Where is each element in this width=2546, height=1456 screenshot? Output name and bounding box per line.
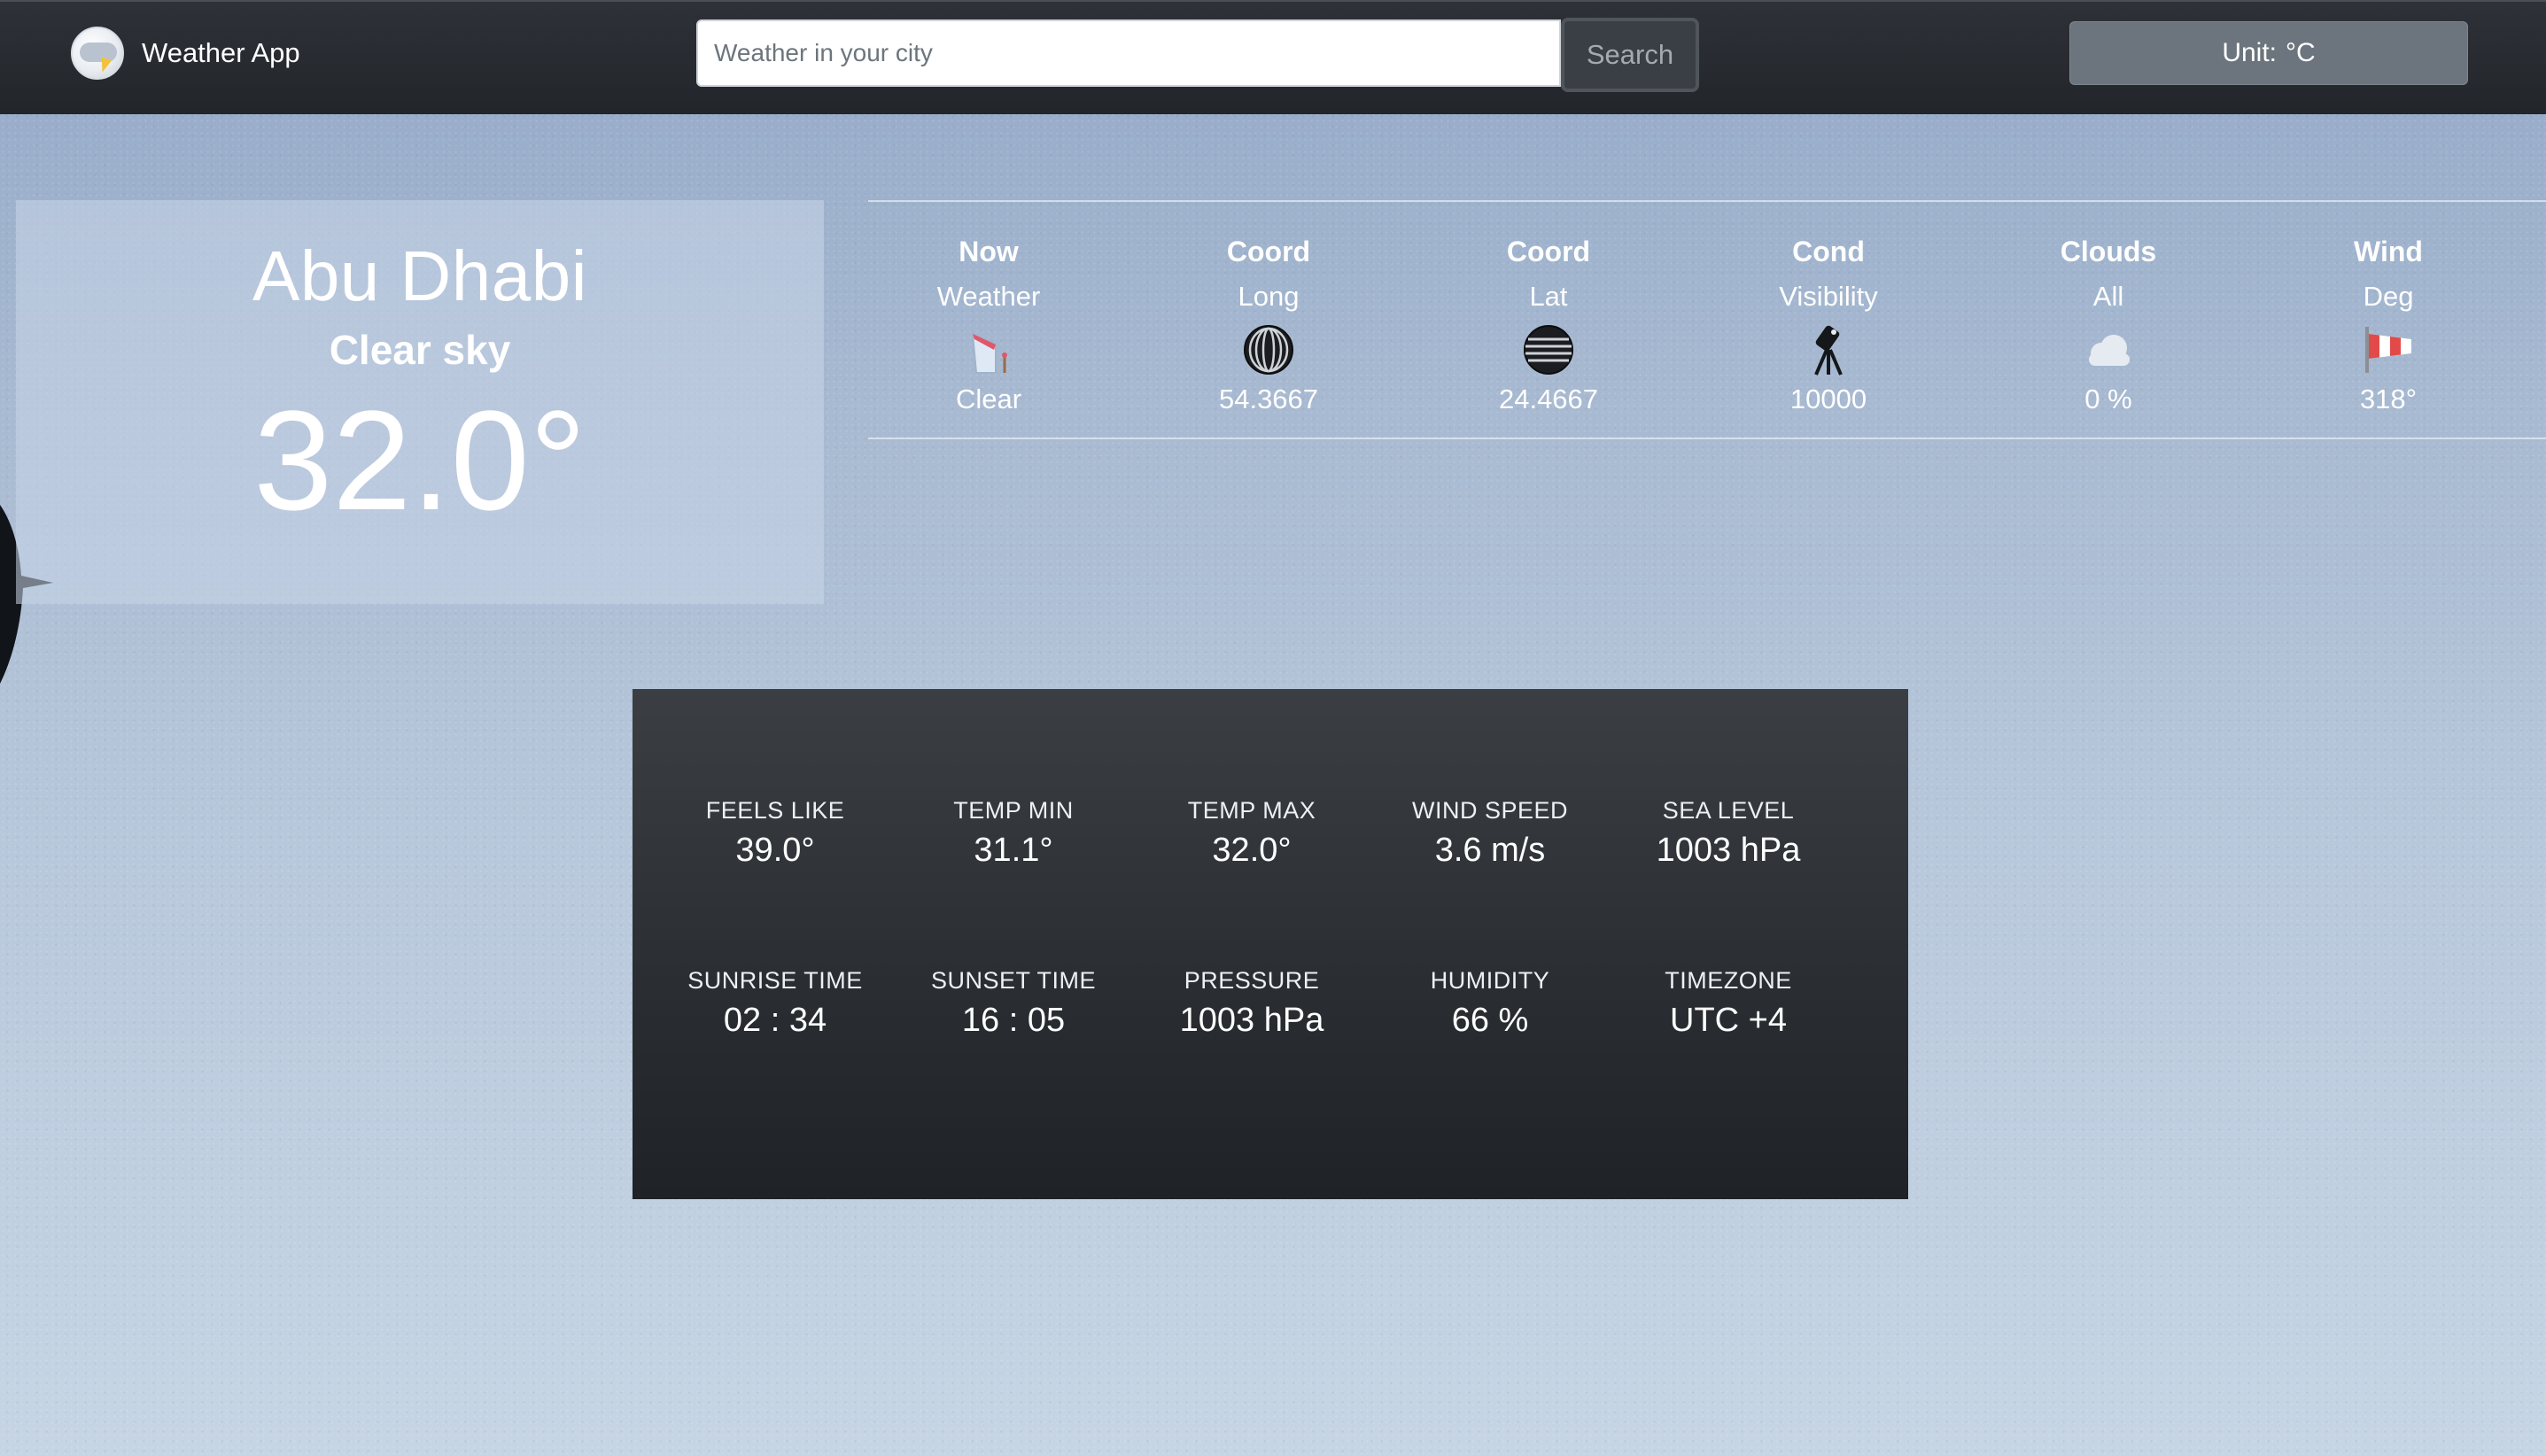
detail-value: 66 % [1451, 1002, 1529, 1039]
info-item-longitude: Coord Long 54.3667 [1136, 202, 1401, 415]
detail-value: UTC +4 [1670, 1002, 1787, 1039]
info-subtitle: Lat [1529, 281, 1568, 312]
info-value: 10000 [1789, 383, 1867, 414]
detail-sunrise-time: SUNRISE TIME 02 : 34 [656, 967, 895, 1040]
detail-value: 39.0° [735, 832, 815, 869]
unit-label: Unit: [2222, 38, 2277, 67]
weather-description: Clear sky [329, 327, 511, 373]
detail-label: SUNRISE TIME [687, 967, 863, 994]
current-weather-card: Abu Dhabi Clear sky 32.0° [16, 200, 824, 604]
detail-label: PRESSURE [1184, 967, 1320, 994]
search-input[interactable] [696, 19, 1561, 87]
brand-title: Weather App [142, 37, 300, 68]
info-item-weather: Now Weather Clear [856, 202, 1122, 415]
city-name: Abu Dhabi [252, 236, 588, 315]
detail-label: SEA LEVEL [1662, 797, 1795, 824]
detail-value: 31.1° [974, 832, 1053, 869]
detail-pressure: PRESSURE 1003 hPa [1132, 967, 1371, 1040]
weather-details-panel: FEELS LIKE 39.0° TEMP MIN 31.1° TEMP MAX… [633, 689, 1908, 1199]
cloud-icon [2080, 321, 2137, 378]
info-subtitle: Weather [936, 281, 1041, 312]
detail-label: TEMP MIN [953, 797, 1074, 824]
detail-value: 02 : 34 [723, 1002, 827, 1039]
info-subtitle: Deg [2363, 281, 2414, 312]
windsock-icon [2360, 321, 2417, 378]
info-subtitle: Visibility [1779, 281, 1878, 312]
detail-label: TIMEZONE [1665, 967, 1792, 994]
info-value: Clear [955, 383, 1022, 414]
detail-value: 1003 hPa [1179, 1002, 1324, 1039]
detail-temp-max: TEMP MAX 32.0° [1132, 797, 1371, 870]
brand[interactable]: Weather App [71, 25, 300, 81]
info-title: Coord [1506, 236, 1591, 267]
info-item-clouds: Clouds All 0 % [1975, 202, 2241, 415]
detail-value: 32.0° [1212, 832, 1292, 869]
globe-longitude-icon [1240, 321, 1297, 378]
detail-label: FEELS LIKE [705, 797, 845, 824]
info-title: Now [959, 236, 1019, 267]
detail-temp-min: TEMP MIN 31.1° [894, 797, 1133, 870]
search-button[interactable]: Search [1561, 18, 1699, 92]
info-item-wind: Wind Deg 318° [2255, 202, 2521, 415]
detail-label: SUNSET TIME [930, 967, 1097, 994]
navbar: Weather App Search Unit: °C [0, 0, 2546, 114]
info-title: Wind [2354, 236, 2423, 267]
info-subtitle: All [2092, 281, 2124, 312]
info-value: 54.3667 [1218, 383, 1319, 414]
info-value: 24.4667 [1498, 383, 1599, 414]
unit-value: °C [2286, 38, 2316, 67]
weather-now-icon [960, 321, 1017, 378]
info-item-visibility: Cond Visibility 10000 [1696, 202, 1961, 415]
weather-info-strip: Now Weather Clear Coord Long 54.3667 Coo… [868, 200, 2546, 439]
detail-value: 3.6 m/s [1434, 832, 1546, 869]
info-title: Coord [1226, 236, 1311, 267]
info-subtitle: Long [1238, 281, 1300, 312]
unit-toggle-button[interactable]: Unit: °C [2069, 21, 2468, 85]
detail-value: 1003 hPa [1656, 832, 1801, 869]
detail-label: HUMIDITY [1430, 967, 1550, 994]
detail-timezone: TIMEZONE UTC +4 [1609, 967, 1848, 1040]
detail-label: TEMP MAX [1187, 797, 1316, 824]
telescope-icon [1800, 321, 1857, 378]
detail-sea-level: SEA LEVEL 1003 hPa [1609, 797, 1848, 870]
detail-value: 16 : 05 [961, 1002, 1066, 1039]
detail-wind-speed: WIND SPEED 3.6 m/s [1370, 797, 1610, 870]
current-temperature: 32.0° [253, 381, 586, 539]
detail-humidity: HUMIDITY 66 % [1370, 967, 1610, 1040]
info-item-latitude: Coord Lat 24.4667 [1416, 202, 1681, 415]
search-form: Search [696, 18, 1699, 92]
info-value: 0 % [2084, 383, 2132, 414]
detail-sunset-time: SUNSET TIME 16 : 05 [894, 967, 1133, 1040]
info-title: Clouds [2060, 236, 2157, 267]
globe-latitude-icon [1520, 321, 1577, 378]
detail-feels-like: FEELS LIKE 39.0° [656, 797, 895, 870]
info-title: Cond [1792, 236, 1865, 267]
info-value: 318° [2359, 383, 2418, 414]
detail-label: WIND SPEED [1411, 797, 1569, 824]
weather-logo-icon [71, 27, 124, 80]
